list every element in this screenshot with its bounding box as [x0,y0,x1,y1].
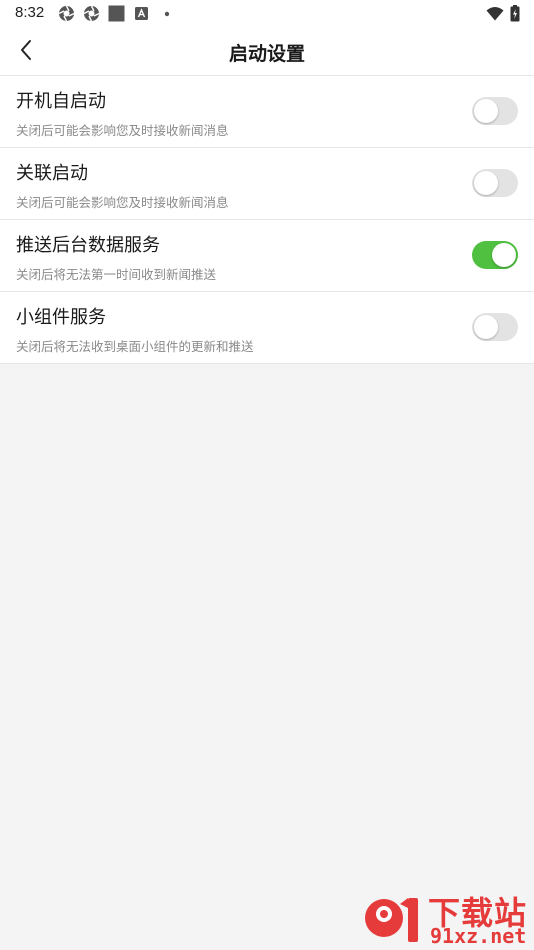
setting-description: 关闭后可能会影响您及时接收新闻消息 [16,123,229,138]
setting-description: 关闭后将无法收到桌面小组件的更新和推送 [16,339,254,354]
associated-launch-toggle[interactable] [472,169,518,197]
status-icons-left [58,5,175,22]
toggle-knob [474,171,498,195]
setting-push-background-service: 推送后台数据服务 关闭后将无法第一时间收到新闻推送 [0,220,534,292]
aperture-icon [58,5,75,22]
settings-list: 开机自启动 关闭后可能会影响您及时接收新闻消息 关联启动 关闭后可能会影响您及时… [0,76,534,364]
watermark-logo [365,898,418,942]
setting-description: 关闭后将无法第一时间收到新闻推送 [16,267,217,282]
status-icons-right [486,5,520,26]
toggle-knob [474,315,498,339]
watermark: 下载站 91xz.net [362,886,534,950]
push-background-service-toggle[interactable] [472,241,518,269]
toggle-knob [474,99,498,123]
watermark-text-en: 91xz.net [430,924,527,948]
widget-service-toggle[interactable] [472,313,518,341]
setting-title: 开机自启动 [16,91,106,112]
page-title: 启动设置 [228,43,305,65]
status-time: 8:32 [15,4,45,21]
setting-title: 小组件服务 [16,307,106,328]
setting-title: 推送后台数据服务 [16,235,160,256]
header: 启动设置 [0,28,534,76]
font-box-icon [133,5,150,22]
setting-associated-launch: 关联启动 关闭后可能会影响您及时接收新闻消息 [0,148,534,220]
setting-widget-service: 小组件服务 关闭后将无法收到桌面小组件的更新和推送 [0,292,534,364]
setting-description: 关闭后可能会影响您及时接收新闻消息 [16,195,229,210]
square-icon [108,5,125,22]
toggle-knob [492,243,516,267]
wifi-icon [486,6,504,25]
status-bar: 8:32 [0,0,534,28]
dot-icon [158,5,175,22]
aperture-icon [83,5,100,22]
setting-title: 关联启动 [16,163,88,184]
boot-autostart-toggle[interactable] [472,97,518,125]
battery-charging-icon [510,5,520,26]
setting-boot-autostart: 开机自启动 关闭后可能会影响您及时接收新闻消息 [0,76,534,148]
